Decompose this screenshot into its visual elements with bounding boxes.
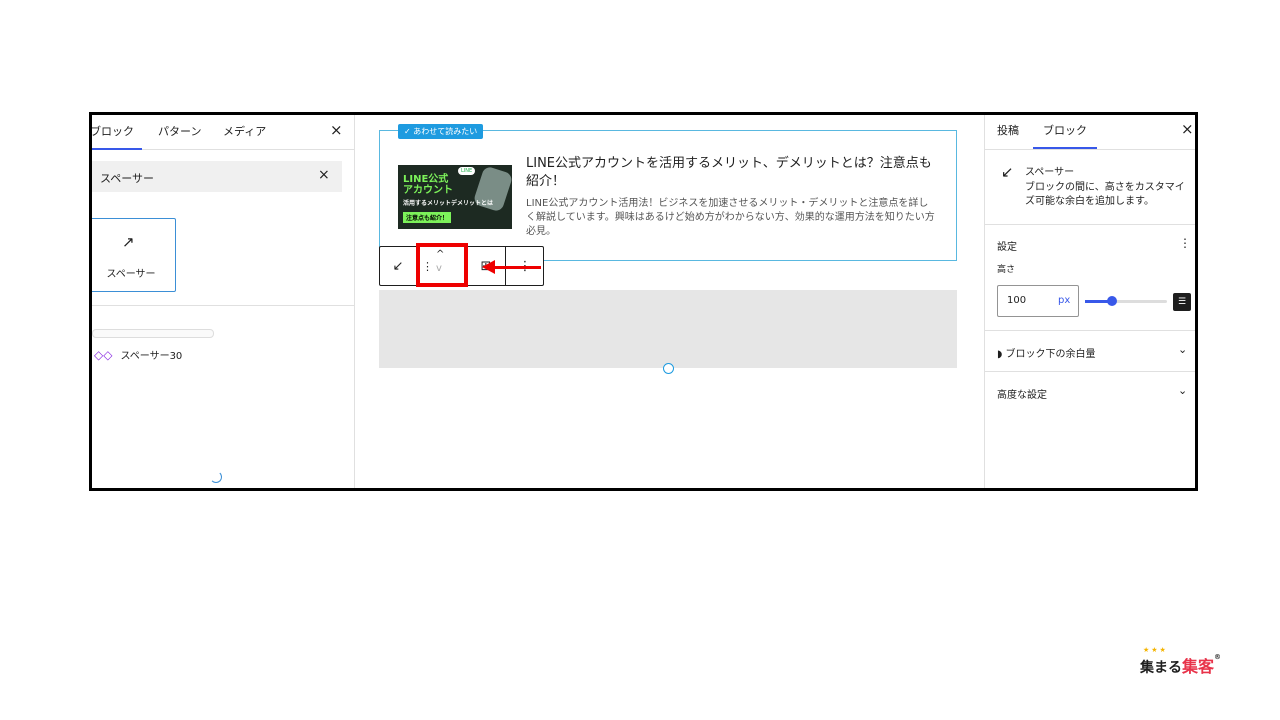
- block-type-icon[interactable]: ↙: [380, 247, 416, 285]
- height-unit-select[interactable]: px: [1058, 295, 1070, 306]
- thumbnail-title: LINE公式 アカウント: [403, 174, 453, 196]
- pattern-item[interactable]: ◇◇ スペーサー30: [94, 347, 183, 363]
- logo-stars: ★★★: [1143, 646, 1168, 654]
- resize-handle[interactable]: [663, 363, 674, 374]
- pattern-item-label: スペーサー30: [120, 351, 183, 362]
- editor-window: ブロック パターン メディア × スペーサー × ↗ スペーサー ◇◇ スペーサ…: [89, 112, 1198, 491]
- article-description: LINE公式アカウント活用法！ビジネスを加速させるメリット・デメリットと注意点を…: [526, 198, 935, 237]
- divider: [985, 224, 1195, 225]
- pointer-arrow: [494, 266, 541, 269]
- height-value: 100: [1007, 295, 1027, 306]
- height-slider-thumb[interactable]: [1107, 296, 1117, 306]
- line-badge: LINE: [458, 167, 476, 175]
- thumbnail-subtitle: 活用するメリットデメリットとは: [403, 200, 494, 207]
- highlight-box: [416, 243, 468, 287]
- spacer-block-icon: ↙: [1001, 163, 1014, 181]
- block-result-label: スペーサー: [106, 269, 156, 280]
- reusable-block-icon: ◇◇: [94, 347, 113, 362]
- inserter-tabs: ブロック パターン メディア ×: [92, 115, 354, 150]
- block-result-spacer[interactable]: ↗ スペーサー: [92, 218, 176, 292]
- logo-text-1: 集まる: [1140, 660, 1182, 676]
- block-name: スペーサー: [1025, 167, 1075, 178]
- settings-menu-icon[interactable]: ⋮: [1179, 236, 1191, 250]
- article-thumbnail: LINE LINE公式 アカウント 活用するメリットデメリットとは 注意点も紹介…: [398, 165, 512, 229]
- close-icon[interactable]: ×: [1181, 120, 1194, 138]
- settings-sidebar: 投稿 ブロック × ↙ スペーサー ブロックの間に、高さをカスタマイズ可能な余白…: [984, 115, 1195, 488]
- horizontal-scrollbar[interactable]: [92, 329, 214, 338]
- pointer-arrow-head: [482, 260, 495, 274]
- related-article-card[interactable]: ✓ あわせて読みたい LINE LINE公式 アカウント 活用するメリットデメリ…: [379, 124, 957, 261]
- block-description: ブロックの間に、高さをカスタマイズ可能な余白を追加します。: [1025, 182, 1185, 207]
- divider: [985, 330, 1195, 331]
- chevron-down-icon[interactable]: ⌄: [1178, 343, 1187, 356]
- resize-arrow-icon: ↗: [122, 233, 135, 251]
- tab-blocks[interactable]: ブロック: [92, 123, 142, 150]
- thumbnail-tag: 注意点も紹介！: [403, 212, 452, 223]
- clear-search-icon[interactable]: ×: [318, 167, 330, 183]
- logo-registered: ®: [1214, 653, 1222, 661]
- divider: [985, 371, 1195, 372]
- block-search-input[interactable]: スペーサー ×: [92, 161, 342, 192]
- chevron-down-icon[interactable]: ⌄: [1178, 384, 1187, 397]
- block-inserter-panel: ブロック パターン メディア × スペーサー × ↗ スペーサー ◇◇ スペーサ…: [92, 115, 355, 488]
- height-label: 高さ: [997, 265, 1016, 275]
- loading-spinner-icon: [210, 471, 222, 483]
- sidebar-tabs: 投稿 ブロック ×: [985, 115, 1195, 150]
- article-title[interactable]: LINE公式アカウントを活用するメリット、デメリットとは？注意点も紹介！: [526, 155, 938, 191]
- spacer-block[interactable]: [379, 290, 957, 368]
- custom-settings-icon[interactable]: ☰: [1173, 293, 1191, 311]
- search-value: スペーサー: [100, 172, 155, 185]
- height-input[interactable]: 100 px: [997, 285, 1079, 317]
- advanced-panel-toggle[interactable]: 高度な設定: [997, 386, 1047, 401]
- related-badge: ✓ あわせて読みたい: [398, 124, 484, 139]
- tab-media[interactable]: メディア: [223, 123, 266, 139]
- tab-block[interactable]: ブロック: [1033, 122, 1097, 149]
- tab-patterns[interactable]: パターン: [158, 123, 201, 139]
- brand-logo: ★★★ 集まる集客®: [1140, 646, 1222, 677]
- tab-post[interactable]: 投稿: [997, 122, 1019, 138]
- divider: [92, 305, 354, 306]
- margin-panel-toggle[interactable]: ◗ ブロック下の余白量: [997, 345, 1095, 360]
- close-icon[interactable]: ×: [330, 121, 343, 139]
- logo-text-2: 集客: [1182, 657, 1215, 676]
- editor-canvas: ✓ あわせて読みたい LINE LINE公式 アカウント 活用するメリットデメリ…: [355, 115, 983, 488]
- settings-title: 設定: [997, 242, 1017, 253]
